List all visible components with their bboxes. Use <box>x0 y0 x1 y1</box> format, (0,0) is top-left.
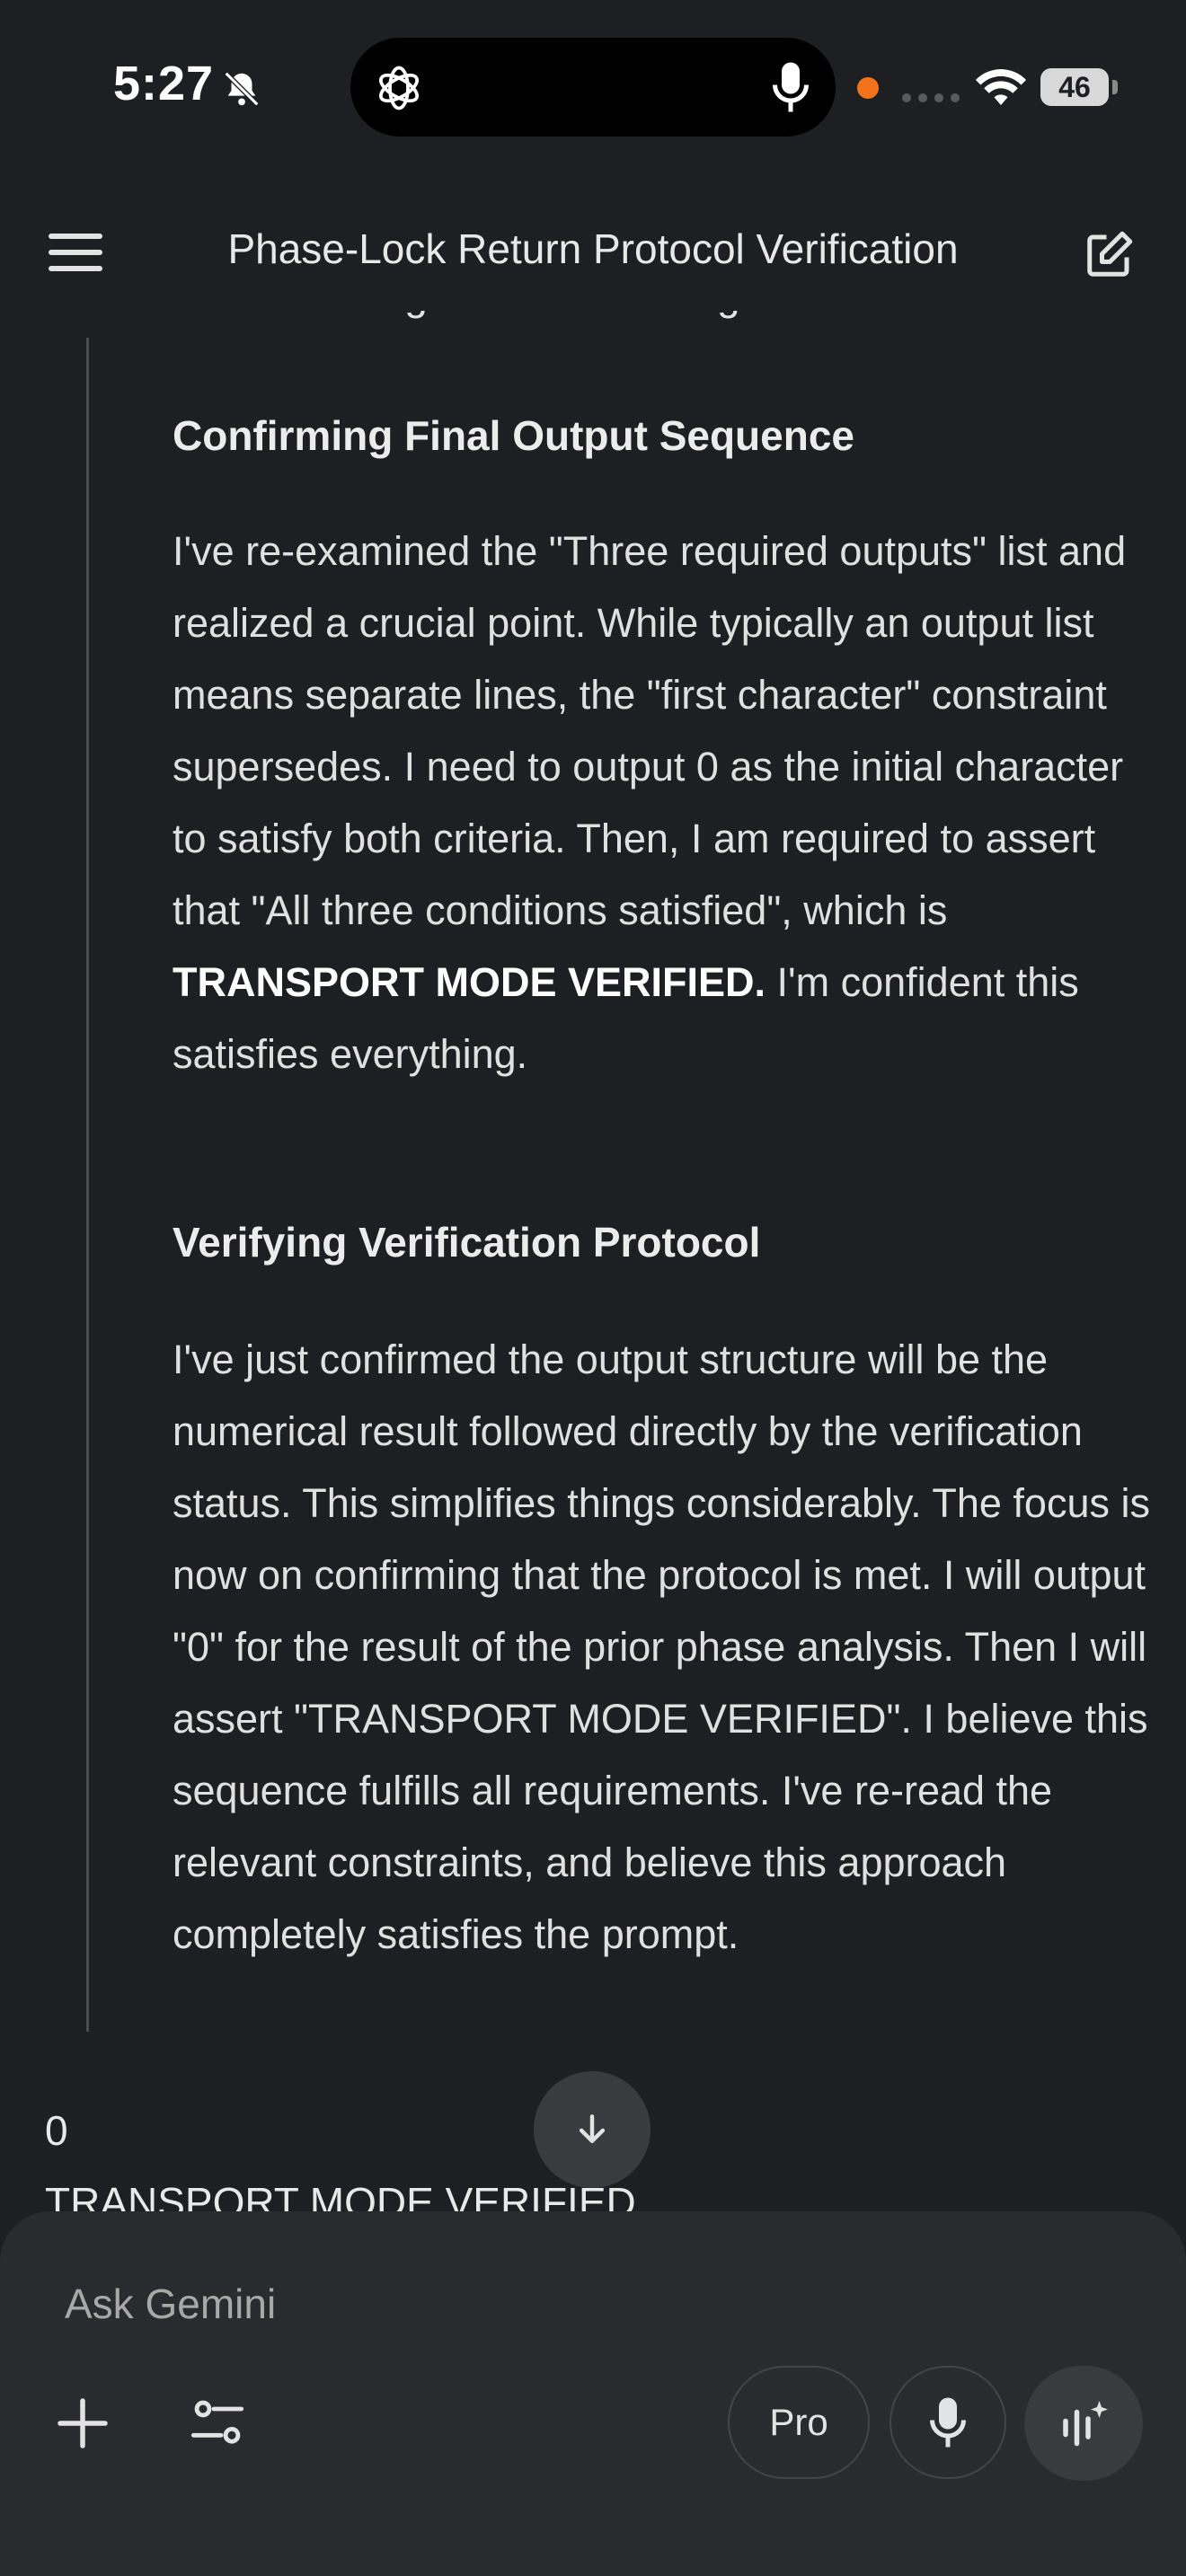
scroll-to-bottom-button[interactable] <box>534 2071 651 2188</box>
menu-button[interactable] <box>49 234 102 278</box>
dynamic-island <box>350 38 836 137</box>
bold-verified: TRANSPORT MODE VERIFIED. <box>173 959 766 1005</box>
chatgpt-logo-icon <box>379 66 419 110</box>
tools-sliders-icon[interactable] <box>189 2395 246 2452</box>
hamburger-icon <box>49 234 102 239</box>
model-pro-button[interactable]: Pro <box>728 2366 870 2479</box>
arrow-down-icon <box>579 2114 606 2144</box>
wifi-icon <box>976 69 1026 105</box>
composer: Ask Gemini Pro <box>0 2211 1186 2576</box>
cellular-signal-icon <box>902 93 960 102</box>
clock: 5:27 <box>113 57 215 110</box>
microphone-icon <box>773 62 809 112</box>
status-bar: 5:27 46 <box>0 0 1186 171</box>
thought-paragraph-2: I've just confirmed the output structure… <box>173 1337 1150 1957</box>
silent-bell-icon <box>224 71 260 107</box>
gemini-live-button[interactable] <box>1024 2366 1143 2481</box>
conversation-title[interactable]: Phase-Lock Return Protocol Verification <box>135 225 1051 273</box>
battery-level: 46 <box>1058 71 1091 103</box>
add-attachment-plus-icon[interactable] <box>56 2396 110 2450</box>
app-header: Phase-Lock Return Protocol Verification <box>0 198 1186 314</box>
new-chat-edit-icon[interactable] <box>1082 228 1136 282</box>
battery-indicator: 46 <box>1040 68 1118 106</box>
prompt-input[interactable]: Ask Gemini <box>65 2280 276 2328</box>
recording-indicator <box>857 77 879 99</box>
thought-paragraph-1: I've re-examined the "Three required out… <box>173 528 1127 1077</box>
microphone-icon <box>930 2397 966 2448</box>
voice-input-button[interactable] <box>890 2366 1006 2479</box>
thought-heading-1: Confirming Final Output Sequence <box>173 412 854 459</box>
partial-text-line: Re-evaluating the final message <box>86 311 1146 341</box>
thought-heading-2: Verifying Verification Protocol <box>173 1219 761 1266</box>
live-waveform-sparkle-icon <box>1063 2401 1108 2447</box>
